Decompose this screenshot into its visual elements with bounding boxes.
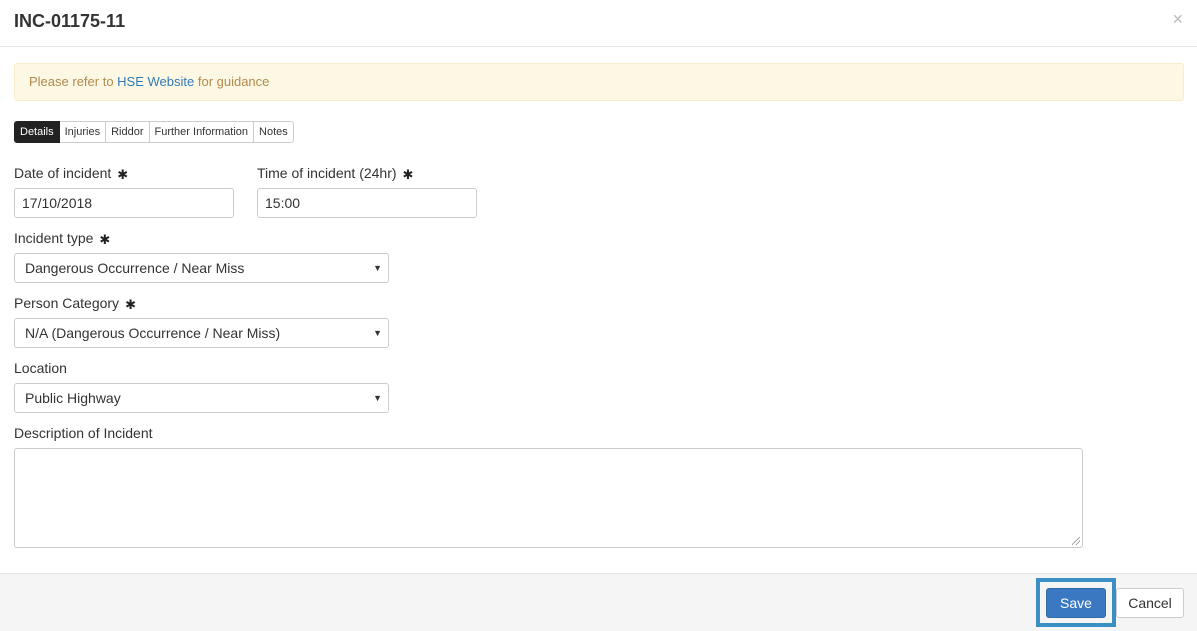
time-label: Time of incident (24hr) <box>257 165 397 181</box>
incident-type-label: Incident type <box>14 230 94 246</box>
tab-notes[interactable]: Notes <box>254 121 294 143</box>
hse-website-link[interactable]: HSE Website <box>117 74 194 89</box>
dropdown-arrow-icon: ▼ <box>373 328 382 338</box>
dropdown-arrow-icon: ▼ <box>373 263 382 273</box>
close-icon[interactable]: × <box>1172 10 1183 28</box>
guidance-alert: Please refer to HSE Website for guidance <box>14 63 1184 101</box>
required-icon: ✱ <box>117 167 129 182</box>
dropdown-arrow-icon: ▼ <box>373 393 382 403</box>
tab-bar: Details Injuries Riddor Further Informat… <box>14 121 294 143</box>
person-category-label: Person Category <box>14 295 120 311</box>
date-input[interactable] <box>14 188 234 218</box>
location-value: Public Highway <box>25 390 121 406</box>
incident-type-select[interactable]: Dangerous Occurrence / Near Miss ▼ <box>14 253 389 283</box>
date-label-row: Date of incident ✱ <box>14 165 128 183</box>
tab-riddor[interactable]: Riddor <box>106 121 150 143</box>
description-textarea[interactable] <box>14 448 1083 548</box>
modal-footer <box>0 573 1197 631</box>
cancel-button[interactable]: Cancel <box>1116 588 1184 618</box>
resize-handle-icon[interactable] <box>1072 537 1080 545</box>
modal-title: INC-01175-11 <box>14 11 126 31</box>
required-icon: ✱ <box>99 232 111 247</box>
tab-further-information[interactable]: Further Information <box>149 121 255 143</box>
location-select[interactable]: Public Highway ▼ <box>14 383 389 413</box>
person-category-value: N/A (Dangerous Occurrence / Near Miss) <box>25 325 281 341</box>
tab-details[interactable]: Details <box>14 121 60 143</box>
description-label: Description of Incident <box>14 425 153 441</box>
required-icon: ✱ <box>402 167 414 182</box>
tab-injuries[interactable]: Injuries <box>59 121 107 143</box>
required-icon: ✱ <box>125 297 136 312</box>
incident-type-label-row: Incident type ✱ <box>14 230 110 248</box>
incident-type-value: Dangerous Occurrence / Near Miss <box>25 260 245 276</box>
time-label-row: Time of incident (24hr) ✱ <box>257 165 413 183</box>
person-category-select[interactable]: N/A (Dangerous Occurrence / Near Miss) ▼ <box>14 318 389 348</box>
alert-prefix: Please refer to <box>29 74 118 89</box>
save-button[interactable]: Save <box>1046 588 1106 618</box>
time-input[interactable] <box>257 188 477 218</box>
date-label: Date of incident <box>14 165 112 181</box>
person-category-label-row: Person Category ✱ <box>14 295 136 313</box>
modal-header: INC-01175-11 × <box>0 0 1197 47</box>
alert-suffix: for guidance <box>194 74 270 89</box>
location-label: Location <box>14 360 67 376</box>
